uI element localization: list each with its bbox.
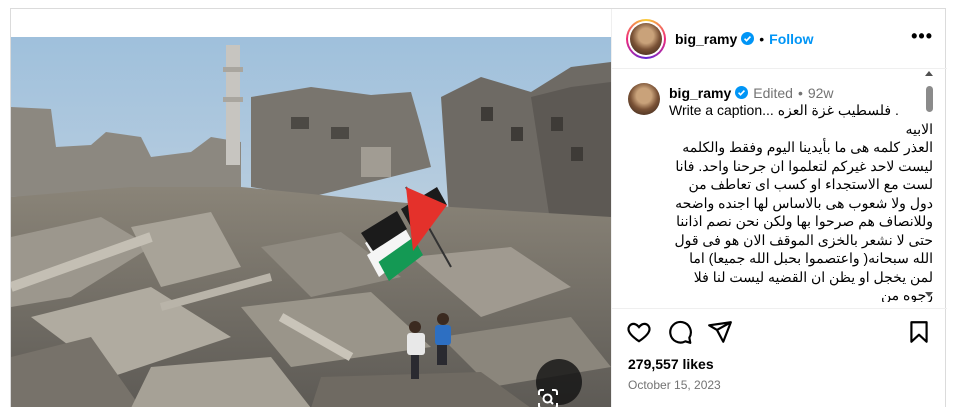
bookmark-icon[interactable] xyxy=(906,319,932,345)
separator-dot: • xyxy=(759,30,765,47)
likes-count[interactable]: 279,557 likes xyxy=(628,356,714,372)
caption-username[interactable]: big_ramy xyxy=(669,85,731,101)
caption-separator: • xyxy=(797,85,803,101)
username-link[interactable]: big_ramy xyxy=(675,31,737,47)
post-header: big_ramy • Follow ••• xyxy=(612,9,947,69)
visual-search-button[interactable] xyxy=(536,359,582,407)
caption-area[interactable]: big_ramy Edited • 92w Write a caption... فل… xyxy=(612,70,947,302)
heart-icon[interactable] xyxy=(626,319,652,345)
caption-meta: big_ramy Edited • 92w xyxy=(669,85,834,101)
story-ring[interactable] xyxy=(626,18,666,59)
visual-search-icon xyxy=(538,389,558,407)
post-photo[interactable] xyxy=(11,9,611,407)
follow-button[interactable]: Follow xyxy=(769,31,813,47)
action-bar: 279,557 likes October 15, 2023 xyxy=(612,308,947,407)
more-options-button[interactable]: ••• xyxy=(911,27,933,45)
verified-badge-icon xyxy=(741,32,755,45)
post-age[interactable]: 92w xyxy=(808,85,834,101)
caption-line-2: الابيه xyxy=(905,120,933,137)
caption-line-1: Write a caption... فلسطيب غزة العزه . xyxy=(669,102,899,118)
post-side-panel: big_ramy • Follow ••• big_ramy Edited • 92w… xyxy=(611,9,947,407)
caption-text: Write a caption... فلسطيب غزة العزه . ال… xyxy=(669,101,933,302)
comment-icon[interactable] xyxy=(667,319,693,345)
scroll-up-arrow-icon[interactable] xyxy=(925,71,933,76)
post-date[interactable]: October 15, 2023 xyxy=(628,378,721,392)
caption-body: العذر كلمه هى ما بأيدينا اليوم وفقط والك… xyxy=(674,139,933,302)
verified-badge-icon xyxy=(735,86,749,99)
post-modal: big_ramy • Follow ••• big_ramy Edited • 92w… xyxy=(10,8,947,407)
edited-label: Edited xyxy=(753,85,793,101)
avatar xyxy=(630,22,662,55)
scroll-thumb[interactable] xyxy=(926,86,933,112)
caption-scrollbar[interactable] xyxy=(923,69,935,299)
paper-plane-icon[interactable] xyxy=(707,319,733,345)
rubble-scene-image xyxy=(11,37,611,407)
caption-avatar[interactable] xyxy=(628,83,660,115)
scroll-down-arrow-icon[interactable] xyxy=(925,292,933,297)
